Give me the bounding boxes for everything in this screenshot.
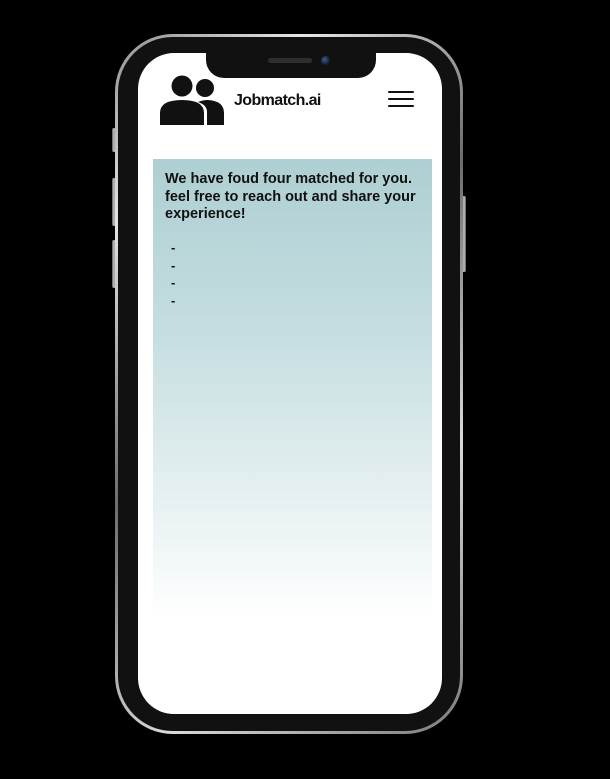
menu-bar-icon (388, 91, 414, 93)
speaker-grille (268, 58, 312, 63)
list-marker: - (171, 292, 176, 308)
phone-screen: Jobmatch.ai We have foud four matched fo… (138, 53, 442, 714)
hamburger-menu-button[interactable] (386, 89, 416, 109)
list-item: - (171, 257, 175, 275)
match-list: - - - - (171, 239, 175, 309)
phone-notch (206, 53, 376, 78)
list-marker: - (171, 275, 176, 290)
match-message: We have foud four matched for you. feel … (165, 171, 416, 222)
list-item: - (171, 274, 175, 292)
list-marker: - (171, 257, 176, 273)
camera-icon (321, 56, 330, 65)
list-item: - (171, 239, 175, 257)
menu-bar-icon (388, 105, 414, 107)
list-item: - (171, 292, 175, 310)
match-results-card: We have foud four matched for you. feel … (153, 159, 432, 714)
mockup-stage: Jobmatch.ai We have foud four matched fo… (0, 0, 610, 779)
app-title: Jobmatch.ai (234, 92, 321, 109)
menu-bar-icon (388, 98, 414, 100)
users-icon (160, 75, 224, 125)
list-marker: - (171, 240, 176, 255)
